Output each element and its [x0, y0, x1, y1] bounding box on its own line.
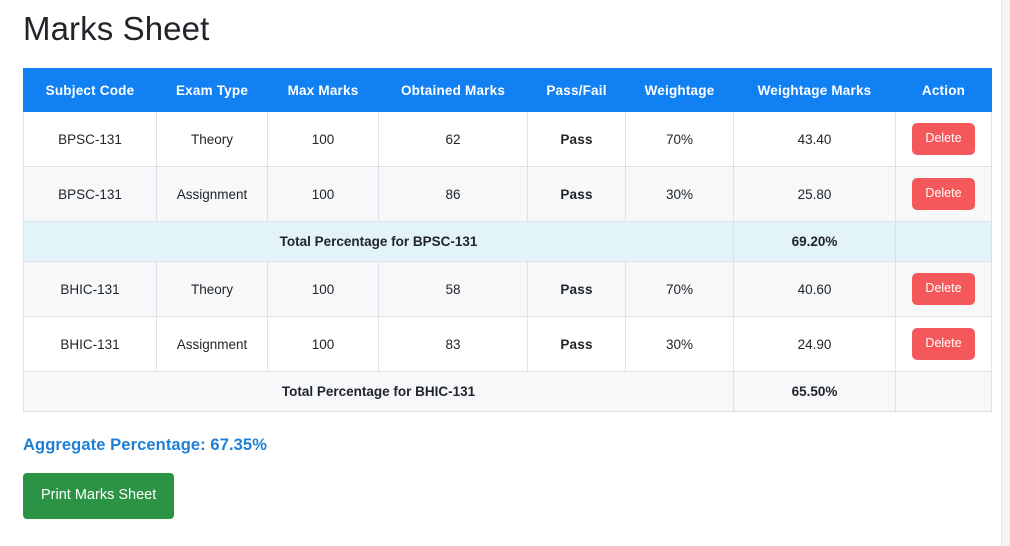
- cell-subject-code: BHIC-131: [23, 261, 157, 317]
- column-header-subject-code: Subject Code: [23, 68, 157, 112]
- cell-pass-fail: Pass: [527, 261, 626, 317]
- cell-exam-type: Assignment: [156, 166, 268, 222]
- cell-action: Delete: [895, 316, 992, 372]
- delete-button[interactable]: Delete: [912, 328, 975, 360]
- cell-obtained-marks: 58: [378, 261, 528, 317]
- cell-max-marks: 100: [267, 111, 379, 167]
- cell-obtained-marks: 86: [378, 166, 528, 222]
- cell-subject-code: BPSC-131: [23, 166, 157, 222]
- subject-total-value: 65.50%: [733, 371, 896, 412]
- cell-weightage-marks: 24.90: [733, 316, 896, 372]
- cell-pass-fail: Pass: [527, 166, 626, 222]
- cell-subject-code: BPSC-131: [23, 111, 157, 167]
- cell-weightage-marks: 25.80: [733, 166, 896, 222]
- column-header-action: Action: [895, 68, 992, 112]
- cell-weightage: 70%: [625, 111, 734, 167]
- column-header-weightage: Weightage: [625, 68, 734, 112]
- cell-exam-type: Theory: [156, 261, 268, 317]
- cell-pass-fail: Pass: [527, 316, 626, 372]
- print-marks-sheet-button[interactable]: Print Marks Sheet: [23, 473, 175, 519]
- marks-sheet-page: Marks Sheet Subject Code Exam Type Max M…: [0, 0, 1002, 546]
- subject-total-row: Total Percentage for BPSC-131 69.20%: [23, 221, 992, 262]
- marks-table: Subject Code Exam Type Max Marks Obtaine…: [23, 68, 992, 412]
- table-header: Subject Code Exam Type Max Marks Obtaine…: [23, 68, 992, 112]
- delete-button[interactable]: Delete: [912, 178, 975, 210]
- table-row: BPSC-131 Assignment 100 86 Pass 30% 25.8…: [23, 166, 992, 222]
- page-title: Marks Sheet: [23, 10, 210, 47]
- cell-subject-code: BHIC-131: [23, 316, 157, 372]
- cell-pass-fail: Pass: [527, 111, 626, 167]
- cell-obtained-marks: 62: [378, 111, 528, 167]
- cell-weightage: 70%: [625, 261, 734, 317]
- cell-weightage: 30%: [625, 316, 734, 372]
- subject-total-row: Total Percentage for BHIC-131 65.50%: [23, 371, 992, 412]
- subject-total-value: 69.20%: [733, 221, 896, 262]
- column-header-obtained-marks: Obtained Marks: [378, 68, 528, 112]
- delete-button[interactable]: Delete: [912, 273, 975, 305]
- table-row: BHIC-131 Assignment 100 83 Pass 30% 24.9…: [23, 316, 992, 372]
- cell-weightage-marks: 43.40: [733, 111, 896, 167]
- cell-max-marks: 100: [267, 166, 379, 222]
- cell-exam-type: Theory: [156, 111, 268, 167]
- table-row: BHIC-131 Theory 100 58 Pass 70% 40.60 De…: [23, 261, 992, 317]
- delete-button[interactable]: Delete: [912, 123, 975, 155]
- cell-action: Delete: [895, 111, 992, 167]
- subject-total-action-empty: [895, 371, 992, 412]
- column-header-max-marks: Max Marks: [267, 68, 379, 112]
- cell-weightage-marks: 40.60: [733, 261, 896, 317]
- cell-weightage: 30%: [625, 166, 734, 222]
- cell-max-marks: 100: [267, 261, 379, 317]
- table-body: BPSC-131 Theory 100 62 Pass 70% 43.40 De…: [23, 111, 992, 412]
- subject-total-action-empty: [895, 221, 992, 262]
- column-header-pass-fail: Pass/Fail: [527, 68, 626, 112]
- table-header-row: Subject Code Exam Type Max Marks Obtaine…: [23, 68, 992, 112]
- subject-total-label: Total Percentage for BHIC-131: [23, 371, 734, 412]
- aggregate-percentage: Aggregate Percentage: 67.35%: [23, 436, 267, 454]
- cell-max-marks: 100: [267, 316, 379, 372]
- column-header-weightage-marks: Weightage Marks: [733, 68, 896, 112]
- page-right-gutter: [1001, 0, 1010, 546]
- marks-table-container: Subject Code Exam Type Max Marks Obtaine…: [23, 68, 992, 412]
- table-row: BPSC-131 Theory 100 62 Pass 70% 43.40 De…: [23, 111, 992, 167]
- subject-total-label: Total Percentage for BPSC-131: [23, 221, 734, 262]
- cell-exam-type: Assignment: [156, 316, 268, 372]
- cell-action: Delete: [895, 166, 992, 222]
- cell-obtained-marks: 83: [378, 316, 528, 372]
- column-header-exam-type: Exam Type: [156, 68, 268, 112]
- cell-action: Delete: [895, 261, 992, 317]
